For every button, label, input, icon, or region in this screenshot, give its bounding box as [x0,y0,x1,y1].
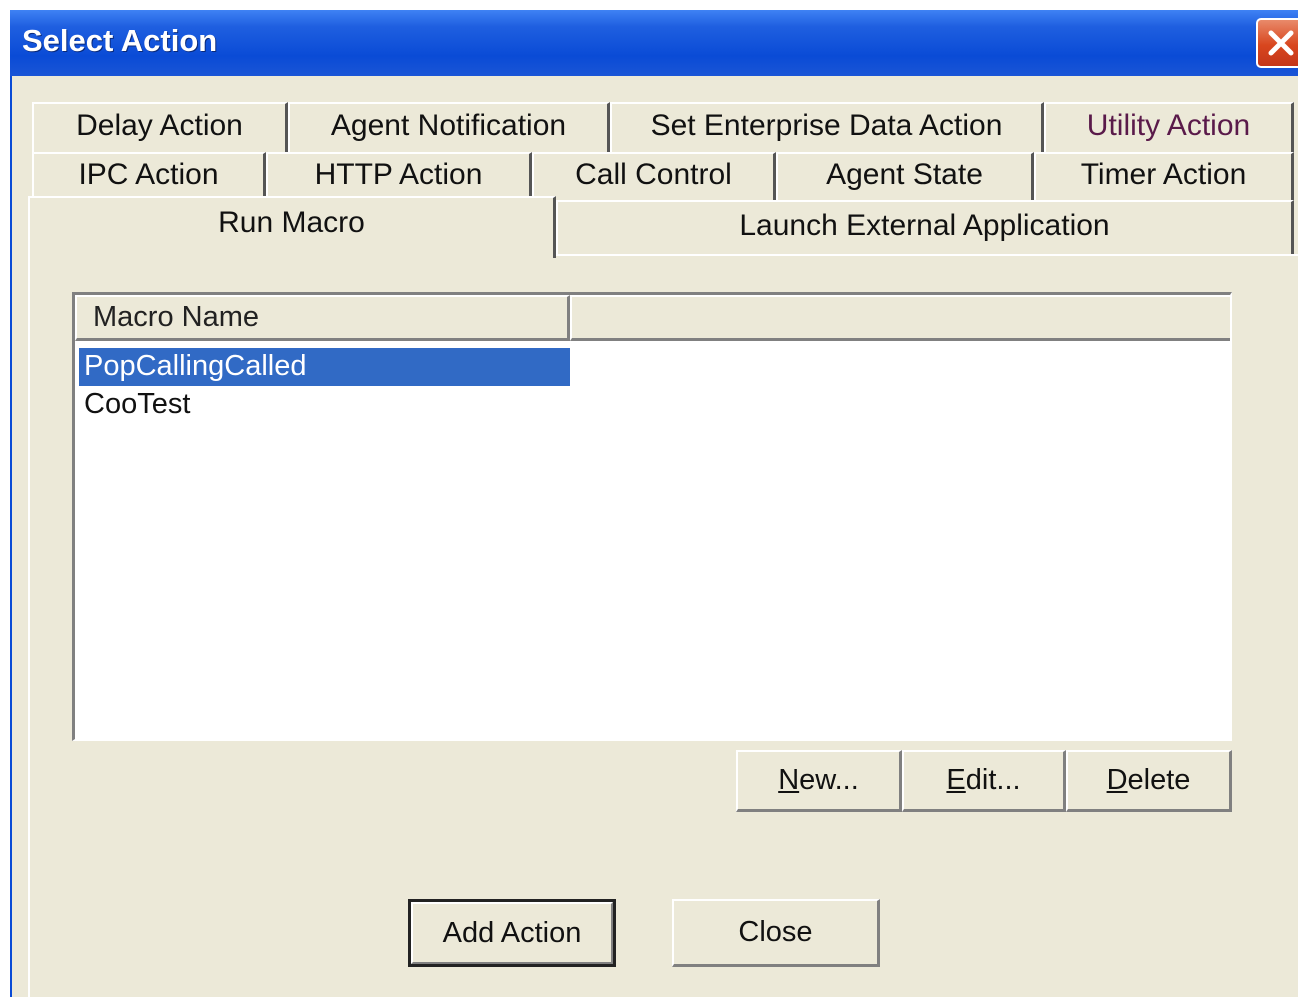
column-header-label: Macro Name [93,301,259,333]
tab-utility-action[interactable]: Utility Action [1044,102,1294,152]
window-title: Select Action [22,23,218,58]
tab-agent-state[interactable]: Agent State [776,152,1034,200]
edit-button-mnemonic: E [946,764,966,796]
delete-macro-button[interactable]: Delete [1066,750,1232,812]
tab-label: Agent Notification [330,109,567,142]
select-action-dialog: Select Action Delay Action Agent Notific… [10,10,1298,997]
tab-label: Utility Action [1086,109,1251,142]
delete-button-label: elete [1127,764,1191,796]
tab-delay-action[interactable]: Delay Action [32,102,288,152]
tab-http-action[interactable]: HTTP Action [266,152,532,200]
add-action-label: Add Action [442,917,582,949]
tab-ipc-action[interactable]: IPC Action [32,152,266,200]
tab-run-macro[interactable]: Run Macro [28,196,556,258]
close-window-button[interactable] [1256,18,1298,68]
delete-button-mnemonic: D [1106,764,1128,796]
edit-button-label: dit... [965,764,1021,796]
tab-call-control[interactable]: Call Control [532,152,776,200]
list-item[interactable]: PopCallingCalled [79,348,570,386]
edit-macro-button[interactable]: Edit... [902,750,1066,812]
close-button[interactable]: Close [672,899,880,967]
list-item-label: PopCallingCalled [84,350,307,382]
tab-timer-action[interactable]: Timer Action [1034,152,1294,200]
tab-label: Launch External Application [739,209,1110,242]
tab-label: Agent State [826,158,983,191]
title-bar[interactable]: Select Action [10,10,1298,76]
close-button-label: Close [738,916,813,948]
tab-label: Delay Action [76,109,243,142]
tab-agent-notification[interactable]: Agent Notification [288,102,610,152]
new-macro-button[interactable]: New... [736,750,902,812]
add-action-button[interactable]: Add Action [408,899,616,967]
tab-label: Run Macro [218,206,365,239]
tab-set-enterprise-data-action[interactable]: Set Enterprise Data Action [610,102,1044,152]
list-item-label: CooTest [84,388,191,420]
new-button-mnemonic: N [778,764,800,796]
tab-label: Timer Action [1080,158,1247,191]
macro-list[interactable]: Macro Name PopCallingCalled CooTest [72,292,1232,741]
tab-label: IPC Action [78,158,219,191]
close-icon [1268,30,1294,56]
column-header-macro-name[interactable]: Macro Name [75,295,570,341]
tab-label: Set Enterprise Data Action [650,109,1003,142]
tab-label: HTTP Action [314,158,483,191]
list-item[interactable]: CooTest [79,386,190,424]
new-button-label: ew... [799,764,859,796]
tab-label: Call Control [575,158,732,191]
tab-launch-external-application[interactable]: Launch External Application [556,200,1294,254]
macro-list-header: Macro Name [75,295,1230,341]
column-header-empty[interactable] [570,295,1230,341]
